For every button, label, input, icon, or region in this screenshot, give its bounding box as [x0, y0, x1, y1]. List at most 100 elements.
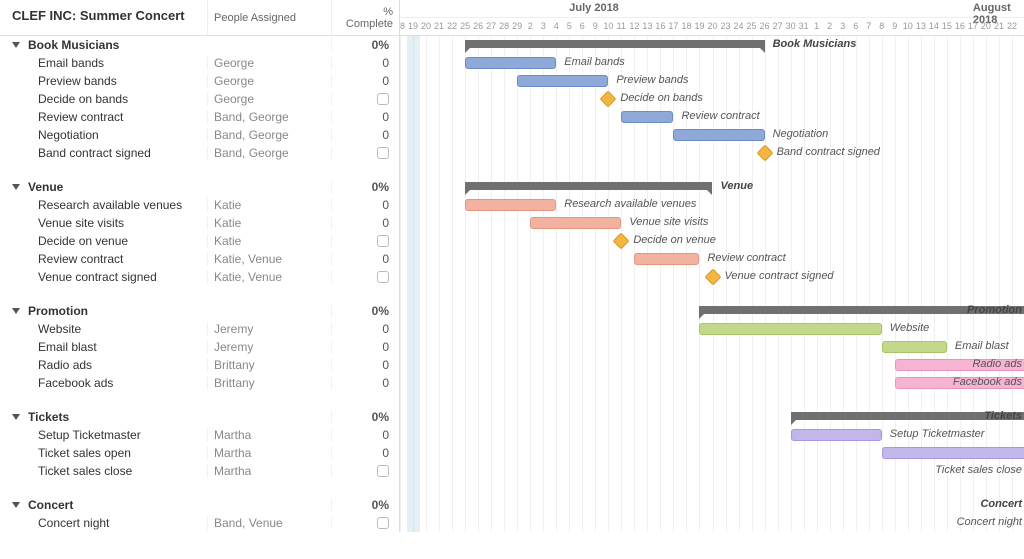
milestone-diamond-icon[interactable] [704, 269, 721, 286]
disclosure-triangle-icon[interactable] [12, 308, 20, 314]
gantt-row: Setup Ticketmaster [400, 426, 1024, 444]
col-header-complete[interactable]: % Complete [331, 0, 399, 35]
percent-cell[interactable]: 0 [331, 252, 399, 266]
task-name[interactable]: Ticket sales open [38, 446, 131, 460]
task-bar[interactable] [465, 57, 556, 69]
disclosure-triangle-icon[interactable] [12, 184, 20, 190]
task-bar[interactable] [634, 253, 699, 265]
task-bar[interactable] [882, 341, 947, 353]
people-cell[interactable]: Katie [207, 216, 331, 230]
people-cell[interactable]: Band, George [207, 110, 331, 124]
group-name[interactable]: Venue [28, 180, 63, 194]
percent-cell[interactable]: 0 [331, 428, 399, 442]
percent-cell[interactable]: 0 [331, 74, 399, 88]
percent-cell[interactable]: 0% [331, 410, 399, 424]
task-name[interactable]: Setup Ticketmaster [38, 428, 141, 442]
disclosure-triangle-icon[interactable] [12, 42, 20, 48]
people-cell[interactable]: Martha [207, 428, 331, 442]
people-cell[interactable]: Jeremy [207, 340, 331, 354]
percent-cell[interactable]: 0 [331, 376, 399, 390]
disclosure-triangle-icon[interactable] [12, 502, 20, 508]
percent-cell[interactable]: 0 [331, 56, 399, 70]
task-name[interactable]: Facebook ads [38, 376, 113, 390]
percent-cell[interactable]: 0 [331, 216, 399, 230]
percent-cell[interactable]: 0% [331, 304, 399, 318]
disclosure-triangle-icon[interactable] [12, 414, 20, 420]
people-cell[interactable]: Martha [207, 446, 331, 460]
task-name[interactable]: Email blast [38, 340, 97, 354]
task-name[interactable]: Research available venues [38, 198, 182, 212]
percent-cell[interactable] [331, 465, 399, 477]
percent-cell[interactable] [331, 147, 399, 159]
percent-cell[interactable] [331, 93, 399, 105]
people-cell[interactable]: Brittany [207, 376, 331, 390]
task-name[interactable]: Radio ads [38, 358, 92, 372]
task-name[interactable]: Preview bands [38, 74, 117, 88]
task-bar[interactable] [791, 429, 882, 441]
task-bar[interactable] [465, 199, 556, 211]
task-bar[interactable] [517, 75, 608, 87]
milestone-diamond-icon[interactable] [756, 145, 773, 162]
percent-cell[interactable] [331, 271, 399, 283]
people-cell[interactable]: Band, Venue [207, 516, 331, 530]
percent-cell[interactable]: 0 [331, 110, 399, 124]
people-cell[interactable]: George [207, 56, 331, 70]
task-bar[interactable] [882, 447, 1024, 459]
percent-cell[interactable]: 0 [331, 446, 399, 460]
people-cell[interactable]: Brittany [207, 358, 331, 372]
percent-cell[interactable]: 0 [331, 340, 399, 354]
day-label: 13 [642, 21, 652, 31]
percent-cell[interactable]: 0% [331, 38, 399, 52]
complete-checkbox[interactable] [377, 517, 389, 529]
summary-bar[interactable] [465, 40, 764, 48]
people-cell[interactable]: George [207, 74, 331, 88]
people-cell[interactable]: Katie [207, 234, 331, 248]
task-name[interactable]: Email bands [38, 56, 104, 70]
complete-checkbox[interactable] [377, 235, 389, 247]
group-name[interactable]: Book Musicians [28, 38, 119, 52]
people-cell[interactable]: Katie, Venue [207, 252, 331, 266]
task-bar[interactable] [673, 129, 764, 141]
complete-checkbox[interactable] [377, 271, 389, 283]
people-cell[interactable]: Band, George [207, 128, 331, 142]
summary-bar[interactable] [465, 182, 712, 190]
people-cell[interactable]: George [207, 92, 331, 106]
percent-cell[interactable]: 0 [331, 358, 399, 372]
percent-cell[interactable]: 0 [331, 128, 399, 142]
task-name[interactable]: Decide on venue [38, 234, 128, 248]
task-name[interactable]: Negotiation [38, 128, 99, 142]
percent-cell[interactable]: 0 [331, 198, 399, 212]
task-bar[interactable] [530, 217, 621, 229]
task-name[interactable]: Website [38, 322, 81, 336]
complete-checkbox[interactable] [377, 147, 389, 159]
task-name[interactable]: Review contract [38, 252, 123, 266]
task-name[interactable]: Band contract signed [38, 146, 151, 160]
people-cell[interactable]: Katie, Venue [207, 270, 331, 284]
day-label: 26 [760, 21, 770, 31]
people-cell[interactable]: Katie [207, 198, 331, 212]
people-cell[interactable]: Jeremy [207, 322, 331, 336]
complete-checkbox[interactable] [377, 465, 389, 477]
percent-cell[interactable] [331, 517, 399, 529]
group-name[interactable]: Concert [28, 498, 73, 512]
group-name[interactable]: Tickets [28, 410, 69, 424]
percent-cell[interactable]: 0% [331, 498, 399, 512]
milestone-diamond-icon[interactable] [613, 233, 630, 250]
task-bar[interactable] [699, 323, 881, 335]
percent-cell[interactable] [331, 235, 399, 247]
group-name[interactable]: Promotion [28, 304, 88, 318]
percent-cell[interactable]: 0 [331, 322, 399, 336]
col-header-people[interactable]: People Assigned [207, 0, 331, 35]
task-name[interactable]: Decide on bands [38, 92, 128, 106]
people-cell[interactable]: Martha [207, 464, 331, 478]
percent-cell[interactable]: 0% [331, 180, 399, 194]
task-name[interactable]: Venue site visits [38, 216, 124, 230]
people-cell[interactable]: Band, George [207, 146, 331, 160]
complete-checkbox[interactable] [377, 93, 389, 105]
task-name[interactable]: Review contract [38, 110, 123, 124]
task-name[interactable]: Ticket sales close [38, 464, 132, 478]
milestone-diamond-icon[interactable] [600, 91, 617, 108]
task-bar[interactable] [621, 111, 673, 123]
task-name[interactable]: Venue contract signed [38, 270, 157, 284]
task-name[interactable]: Concert night [38, 516, 109, 530]
